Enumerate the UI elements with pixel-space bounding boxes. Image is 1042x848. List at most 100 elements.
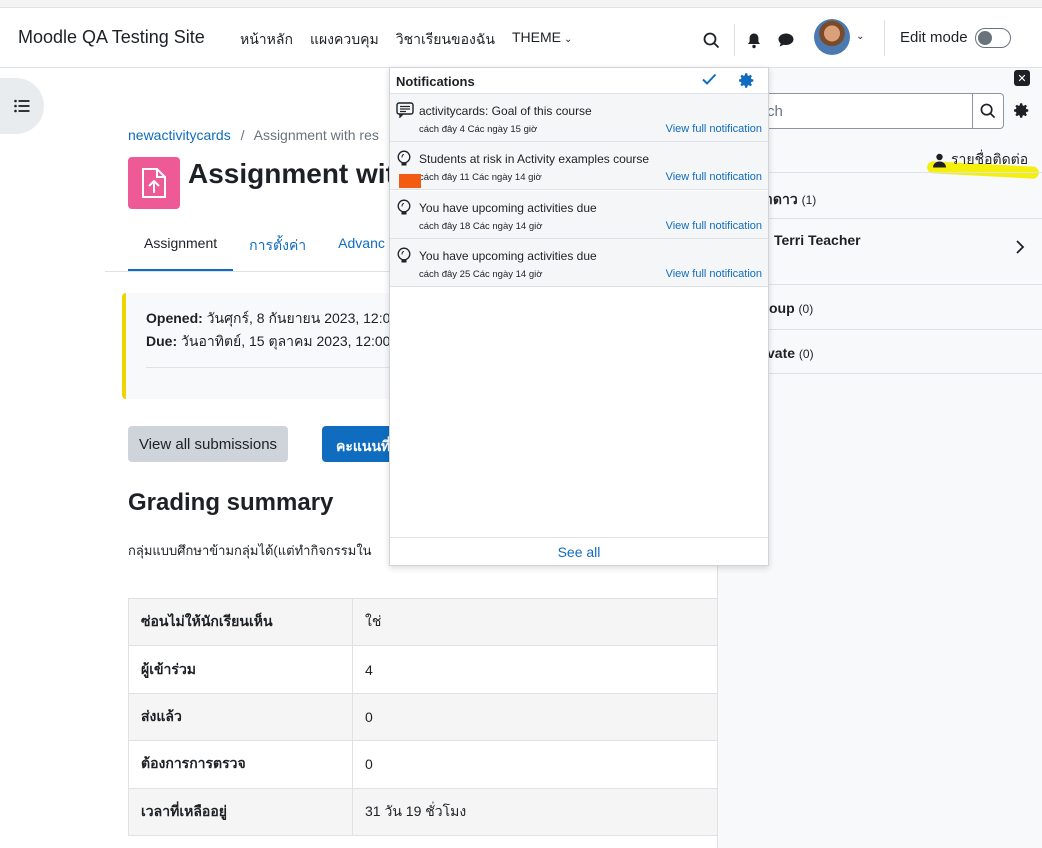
opened-date: Opened: วันศุกร์, 8 กันยายน 2023, 12:0 [146,308,390,330]
grading-summary-table: ซ่อนไม่ให้นักเรียนเห็น ใช่ ผู้เข้าร่วม 4 ส… [128,597,718,836]
conversation-name: Terri Teacher [774,232,861,248]
notification-item[interactable]: You have upcoming activities due cách đâ… [390,191,768,239]
redaction-mark [399,174,421,188]
table-row: ซ่อนไม่ให้นักเรียนเห็น ใช่ [128,597,718,647]
chevron-down-icon[interactable]: ⌄ [856,31,864,42]
contacts-link[interactable]: รายชื่อติดต่อ [932,149,1028,171]
contacts-label: รายชื่อติดต่อ [951,151,1029,167]
lightbulb-icon [396,247,412,270]
course-index-toggle[interactable] [0,78,44,134]
list-icon [14,99,30,113]
table-row: ต้องการการตรวจ 0 [128,740,718,789]
breadcrumb-separator: / [240,127,245,143]
message-icon [396,102,414,123]
view-full-notification-link[interactable]: View full notification [666,171,762,183]
notification-text: Students at risk in Activity examples co… [419,152,650,166]
view-full-notification-link[interactable]: View full notification [666,123,762,135]
nav-divider [884,20,885,56]
row-label: ซ่อนไม่ให้นักเรียนเห็น [128,597,353,647]
nav-icon-group [700,24,797,56]
nav-dashboard[interactable]: แผงควบคุม [310,29,379,51]
table-row: ผู้เข้าร่วม 4 [128,645,718,694]
notification-item[interactable]: activitycards: Goal of this course cách … [390,94,768,142]
section-label: oup (0) [769,300,813,316]
section-title: าดาว [765,191,798,207]
secondary-navigation: Assignment การตั้งค่า Advanc [128,226,401,272]
row-label: เวลาที่เหลืออยู่ [128,787,353,836]
edit-mode-toggle[interactable] [975,28,1011,48]
table-row: ส่งแล้ว 0 [128,692,718,742]
notification-text: activitycards: Goal of this course [419,104,592,118]
notification-item[interactable]: You have upcoming activities due cách đâ… [390,239,768,287]
section-title: vate [767,345,796,361]
activity-dates: Opened: วันศุกร์, 8 กันยายน 2023, 12:0 D… [122,293,396,399]
section-label: vate (0) [767,345,814,361]
tab-assignment[interactable]: Assignment [128,226,234,272]
close-icon: ✕ [1017,72,1027,85]
notification-time: cách đây 18 Các ngày 14 giờ [419,221,543,232]
site-brand[interactable]: Moodle QA Testing Site [18,27,205,48]
search-icon [980,103,996,119]
upload-file-icon [142,168,166,198]
bell-icon [748,33,760,48]
row-value: 4 [352,645,718,694]
notification-item[interactable]: Students at risk in Activity examples co… [390,142,768,190]
row-label: ผู้เข้าร่วม [128,645,353,694]
notification-time: cách đây 25 Các ngày 14 giờ [419,269,543,280]
dates-divider [146,367,396,368]
mark-all-read-button[interactable] [701,71,717,92]
grade-button[interactable]: คะแนนที่ [322,426,392,462]
nav-my-courses[interactable]: วิชาเรียนของฉัน [396,29,495,51]
due-label: Due: [146,333,178,349]
row-value: 0 [352,692,718,742]
notifications-header: Notifications [390,68,768,94]
section-title: oup [769,300,795,316]
search-button[interactable] [700,26,722,54]
row-label: ส่งแล้ว [128,692,353,742]
grading-summary-heading: Grading summary [128,489,334,516]
check-icon [702,73,717,85]
nav-theme-label: THEME [511,29,561,45]
messages-button[interactable] [775,26,797,54]
chevron-right-icon [1015,239,1025,258]
section-count: (0) [798,302,814,316]
notifications-button[interactable] [743,26,765,54]
gear-icon [739,73,754,88]
breadcrumb: newactivitycards / Assignment with res [128,127,379,143]
user-icon [933,153,946,167]
notification-time: cách đây 4 Các ngày 15 giờ [419,124,538,135]
nav-theme-menu[interactable]: THEME ⌄ [512,29,572,51]
user-avatar[interactable] [814,19,850,55]
section-count: (1) [801,193,817,207]
due-date: Due: วันอาทิตย์, 15 ตุลาคม 2023, 12:00 [146,331,390,353]
breadcrumb-current: Assignment with res [253,127,379,143]
primary-navigation: หน้าหลัก แผงควบคุม วิชาเรียนของฉัน THEME… [240,29,572,51]
tab-settings[interactable]: การตั้งค่า [233,226,322,272]
view-full-notification-link[interactable]: View full notification [666,268,762,280]
breadcrumb-course-link[interactable]: newactivitycards [128,127,231,143]
view-all-submissions-button[interactable]: View all submissions [128,426,288,462]
row-label: ต้องการการตรวจ [128,740,353,789]
section-label: าดาว (1) [765,189,816,211]
drawer-search-button[interactable] [972,93,1004,129]
row-value: 31 วัน 19 ชั่วโมง [352,787,718,836]
tabs-underline [105,271,395,272]
browser-top-strip [0,0,1042,8]
search-icon [703,32,719,48]
section-count: (0) [798,347,814,361]
edit-mode-label: Edit mode [900,29,968,46]
close-drawer-button[interactable]: ✕ [1014,70,1030,86]
view-full-notification-link[interactable]: View full notification [666,220,762,232]
chevron-down-icon: ⌄ [563,34,573,45]
chat-icon [778,33,794,47]
gear-icon [1014,103,1029,118]
row-value: ใช่ [352,597,718,647]
drawer-settings-button[interactable] [1013,102,1030,124]
lightbulb-icon [396,150,412,173]
drawer-search-input[interactable]: ch [760,93,972,129]
nav-home[interactable]: หน้าหลัก [240,29,293,51]
opened-label: Opened: [146,310,203,326]
see-all-notifications-link[interactable]: See all [390,537,768,566]
notifications-popover: Notifications activitycards: Goal of thi… [389,67,769,566]
notification-preferences-button[interactable] [738,72,755,94]
